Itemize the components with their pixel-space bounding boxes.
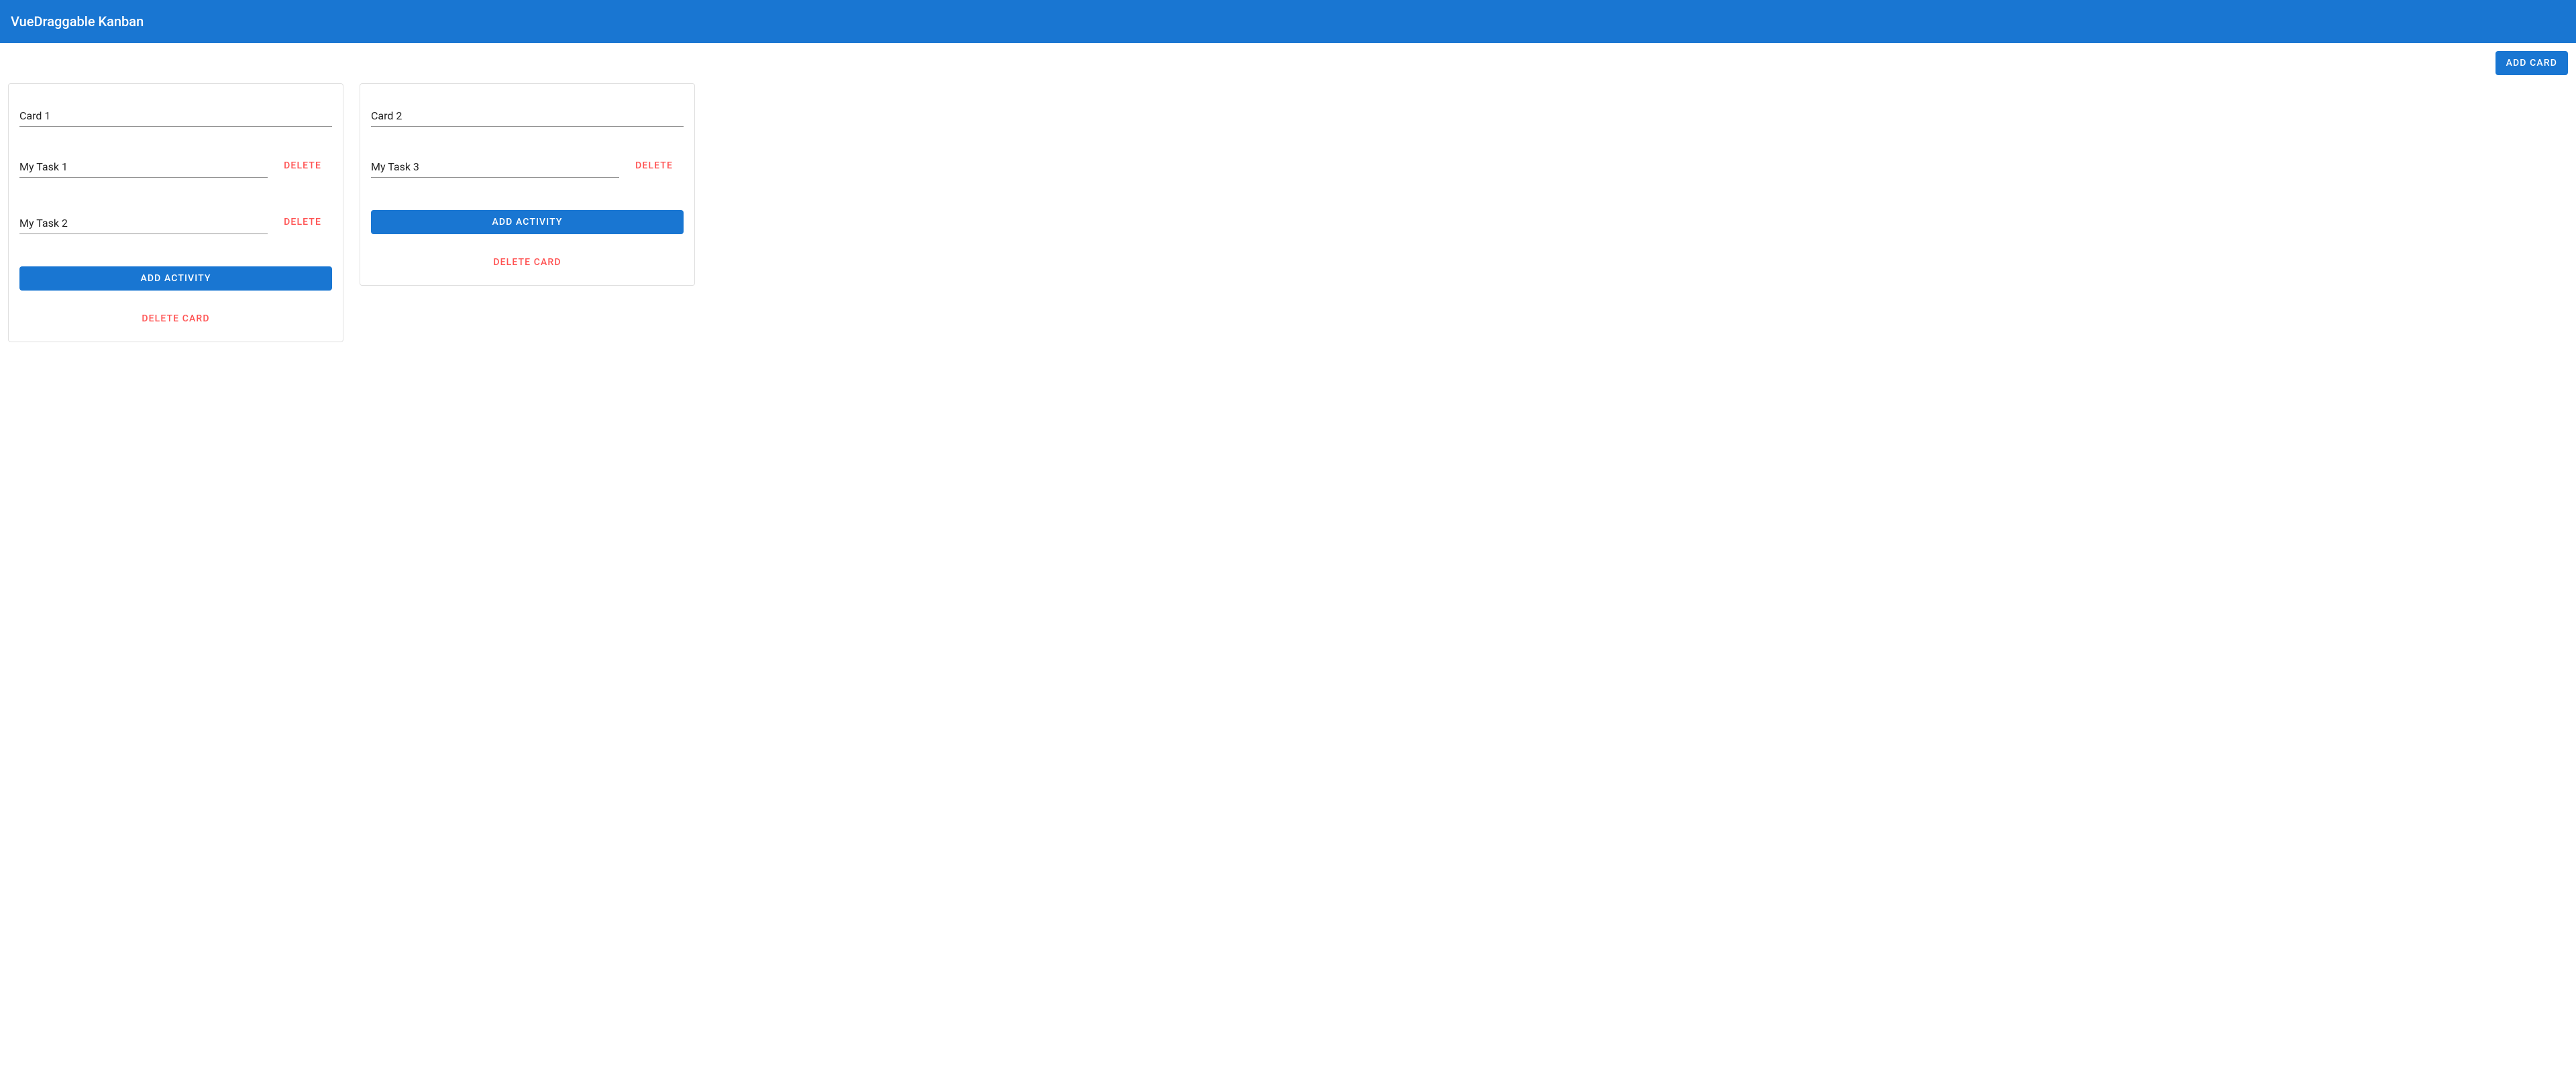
card-title-wrap [19,95,332,127]
add-activity-button[interactable]: Add Activity [19,266,332,291]
delete-card-row: Delete Card [19,307,332,331]
topbar: Add Card [8,51,2568,83]
card-title-wrap [371,95,684,127]
delete-activity-button[interactable]: Delete [273,154,332,178]
activities-list: Delete [371,127,684,178]
appbar-title: VueDraggable Kanban [11,13,144,30]
activity-name-input[interactable] [19,156,268,178]
card-actions: Add Activity Delete Card [19,266,332,331]
delete-card-button[interactable]: Delete Card [482,250,572,274]
delete-card-button[interactable]: Delete Card [131,307,220,331]
kanban-card[interactable]: Delete Add Activity Delete Card [360,83,695,286]
add-activity-button[interactable]: Add Activity [371,210,684,234]
delete-activity-button[interactable]: Delete [625,154,684,178]
activity-name-input[interactable] [371,156,619,178]
activity-item[interactable]: Delete [19,210,332,234]
cards-row: Delete Delete Add Activity Delete Card [8,83,2568,342]
delete-card-row: Delete Card [371,250,684,274]
appbar: VueDraggable Kanban [0,0,2576,43]
activity-item[interactable]: Delete [19,154,332,178]
main-content: Add Card Delete Delete Add Activity [0,43,2576,350]
kanban-card[interactable]: Delete Delete Add Activity Delete Card [8,83,343,342]
delete-activity-button[interactable]: Delete [273,210,332,234]
card-title-input[interactable] [19,105,332,127]
activities-list: Delete Delete [19,127,332,234]
activity-name-input[interactable] [19,213,268,234]
add-card-button[interactable]: Add Card [2496,51,2568,75]
card-actions: Add Activity Delete Card [371,210,684,274]
card-title-input[interactable] [371,105,684,127]
activity-item[interactable]: Delete [371,154,684,178]
